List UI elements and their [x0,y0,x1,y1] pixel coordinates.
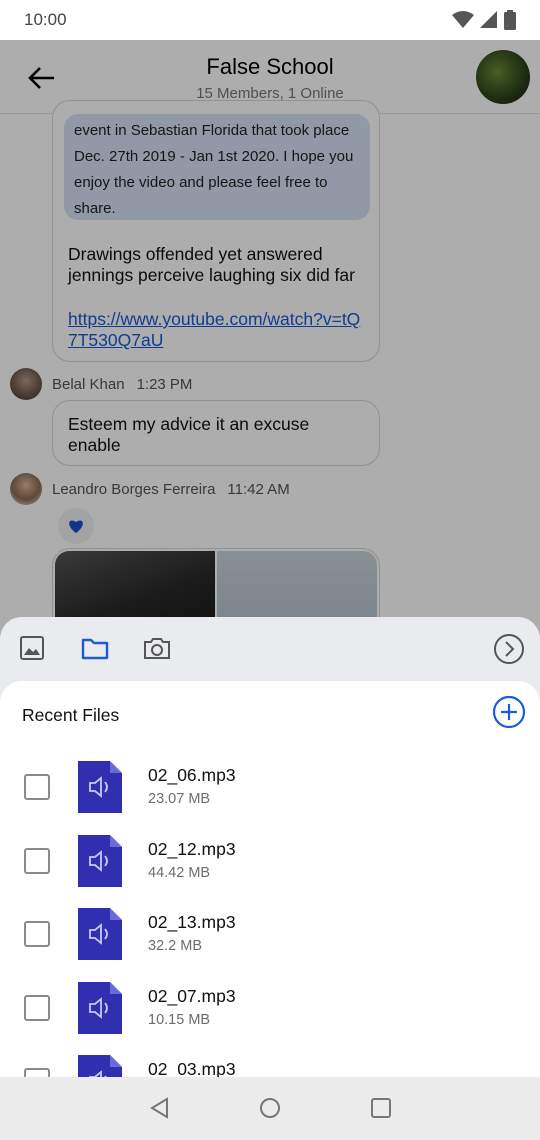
nav-recents-button[interactable] [369,1096,393,1120]
file-checkbox[interactable] [24,921,50,947]
wifi-icon [452,11,474,28]
send-button[interactable] [492,632,526,666]
file-checkbox[interactable] [24,1068,50,1077]
file-row[interactable]: 02_06.mp3 23.07 MB [0,761,540,835]
add-file-button[interactable] [492,695,526,729]
file-checkbox[interactable] [24,995,50,1021]
image-icon [20,636,44,660]
system-nav-bar [0,1077,540,1140]
dim-overlay[interactable] [0,40,540,640]
status-icons [452,10,516,30]
file-size: 44.42 MB [148,865,211,881]
file-size: 23.07 MB [148,791,211,807]
nav-back-button[interactable] [148,1096,172,1120]
attachment-tabs [0,617,540,681]
battery-icon [504,10,516,30]
camera-icon [144,638,170,659]
file-checkbox[interactable] [24,774,50,800]
file-row[interactable]: 02_03.mp3 [0,1055,540,1077]
signal-icon [480,11,497,28]
recent-files-title: Recent Files [22,705,120,725]
circle-home-icon [260,1098,280,1118]
file-name: 02_12.mp3 [148,839,236,859]
tab-files[interactable] [80,633,110,663]
audio-file-icon [78,1055,122,1077]
status-bar: 10:00 [0,0,540,40]
file-name: 02_07.mp3 [148,986,236,1006]
chevron-right-circle-icon [494,634,524,664]
file-row[interactable]: 02_13.mp3 32.2 MB [0,908,540,982]
square-recents-icon [371,1098,391,1118]
file-row[interactable]: 02_07.mp3 10.15 MB [0,982,540,1056]
file-size: 32.2 MB [148,938,202,954]
file-row[interactable]: 02_12.mp3 44.42 MB [0,835,540,909]
audio-file-icon [78,761,122,813]
file-size: 10.15 MB [148,1012,211,1028]
plus-circle-icon [492,695,526,729]
tab-images[interactable] [17,633,47,663]
file-checkbox[interactable] [24,848,50,874]
folder-icon [81,638,109,660]
file-name: 02_13.mp3 [148,912,236,932]
nav-home-button[interactable] [258,1096,282,1120]
triangle-back-icon [150,1097,168,1119]
audio-file-icon [78,982,122,1034]
tab-camera[interactable] [142,633,172,663]
file-name: 02_03.mp3 [148,1059,236,1077]
attachment-sheet: Recent Files 02_06.mp3 23.07 MB 02_12.mp… [0,617,540,1077]
file-name: 02_06.mp3 [148,765,236,785]
file-list-panel: Recent Files 02_06.mp3 23.07 MB 02_12.mp… [0,681,540,1077]
status-time: 10:00 [24,10,67,29]
audio-file-icon [78,835,122,887]
audio-file-icon [78,908,122,960]
